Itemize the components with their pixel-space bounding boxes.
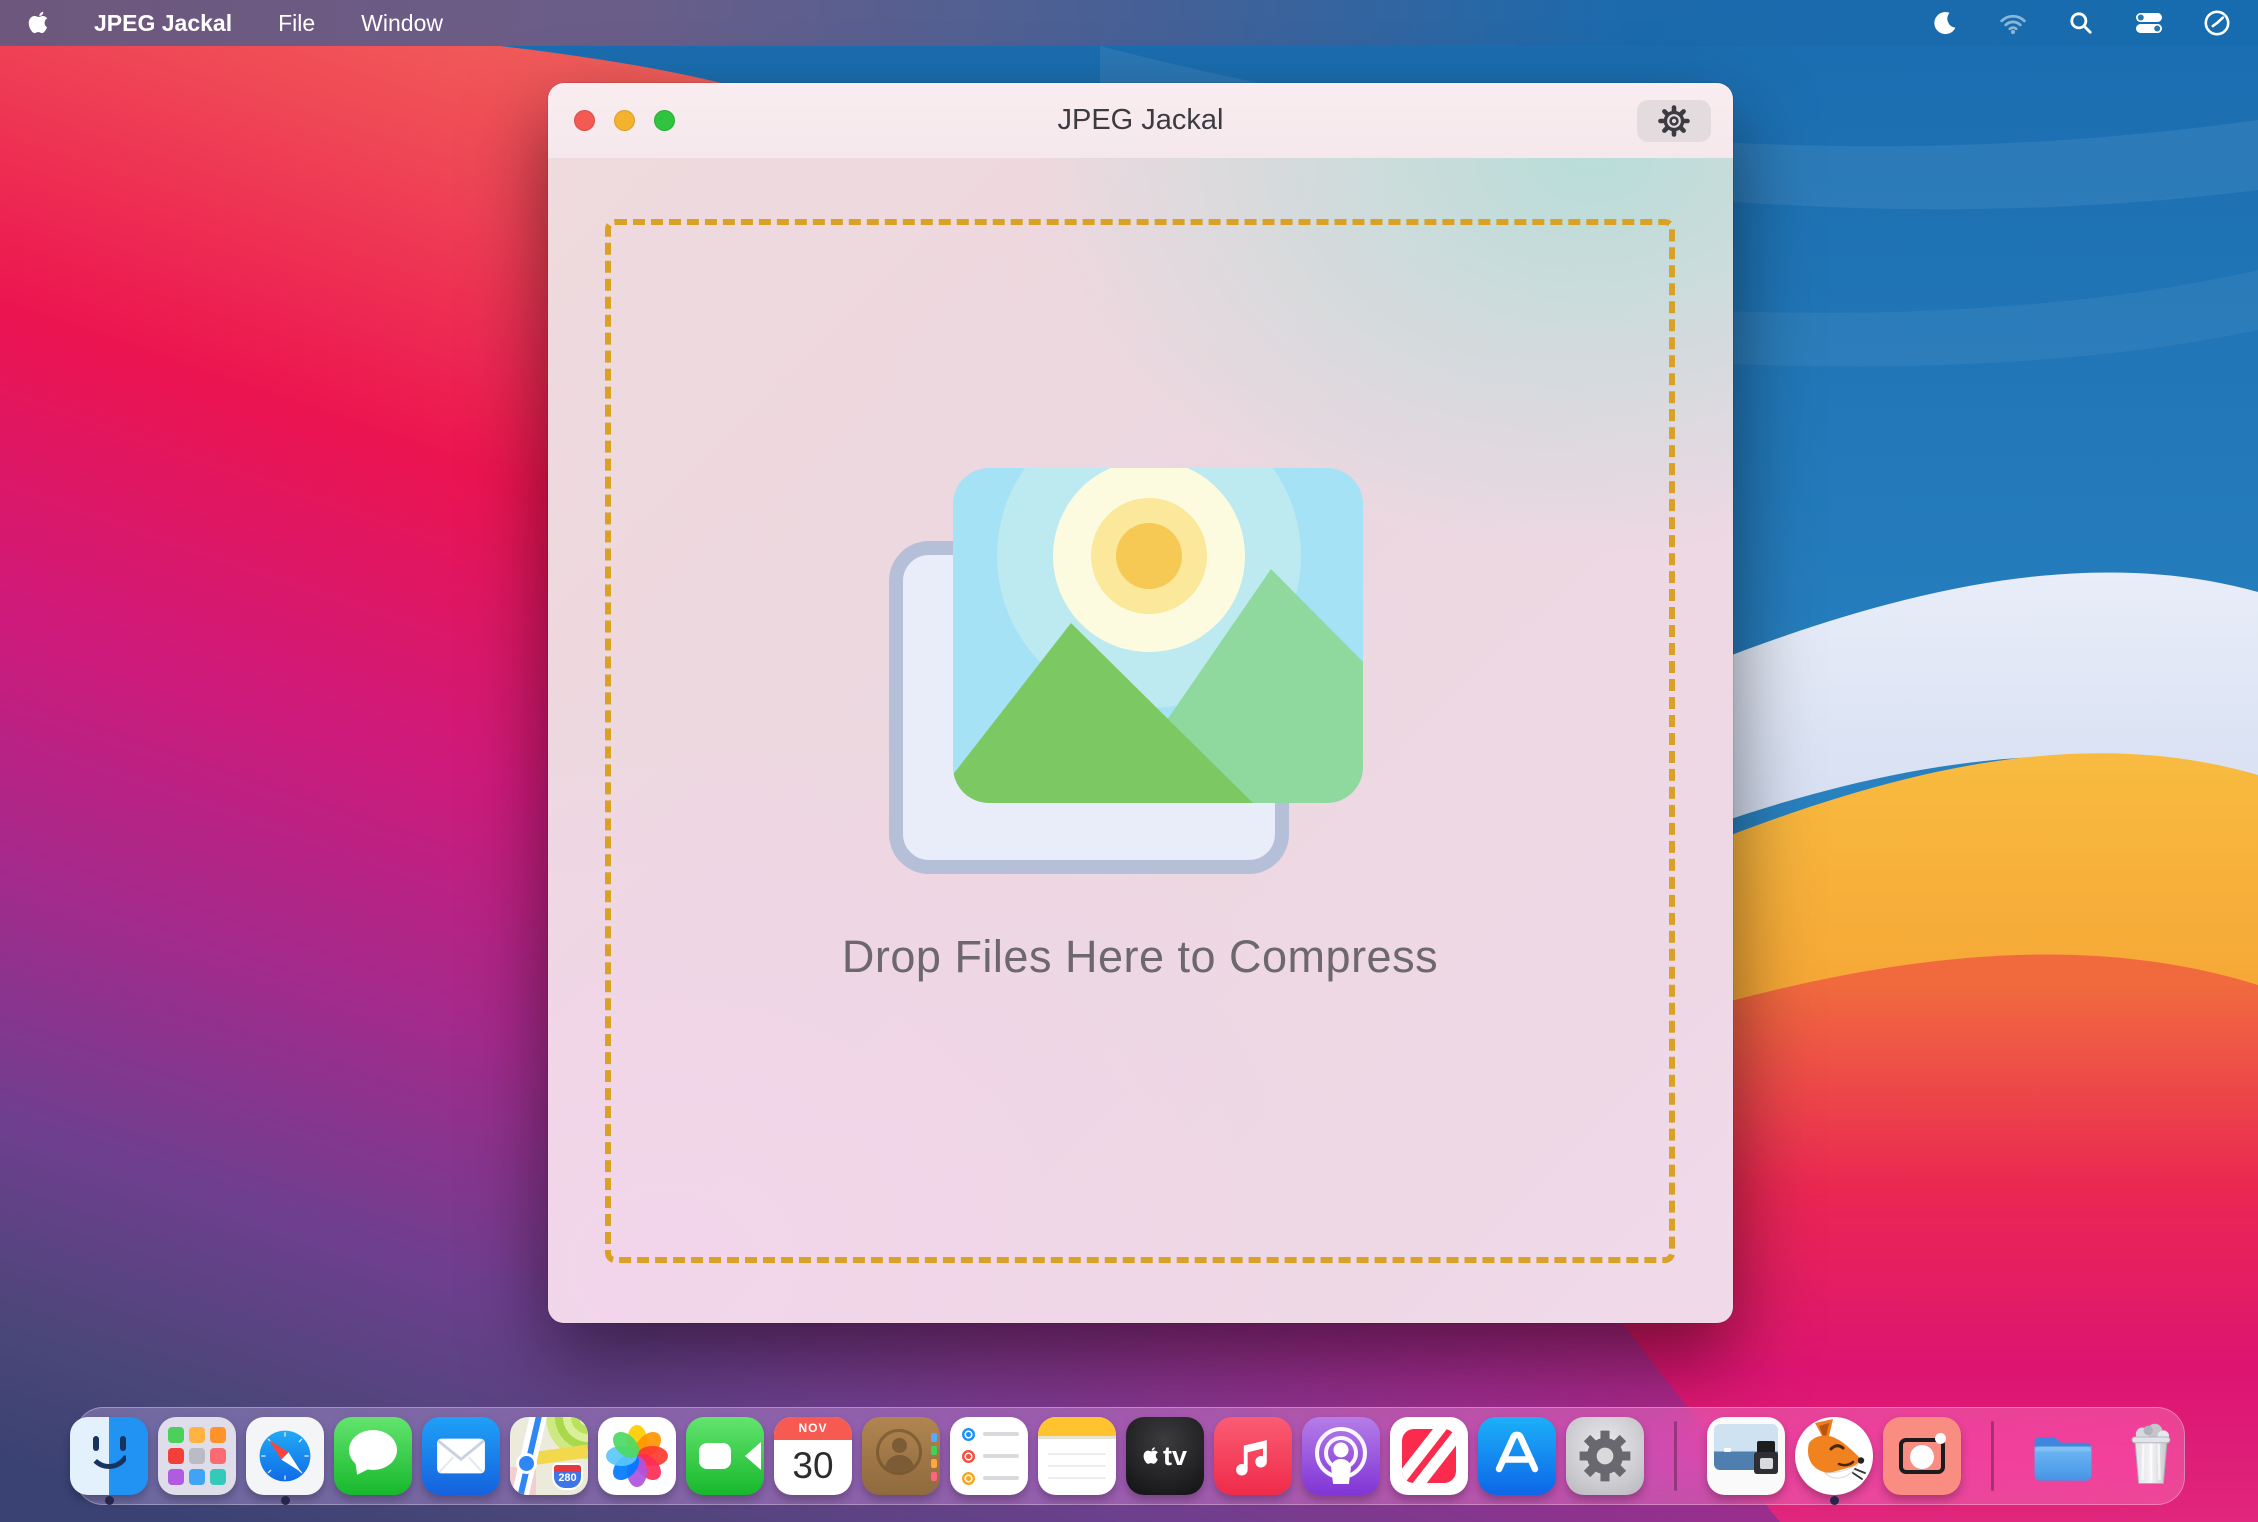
settings-button[interactable] xyxy=(1637,100,1711,142)
dock-item-maps[interactable]: 280 xyxy=(510,1417,588,1495)
dock-item-music[interactable] xyxy=(1214,1417,1292,1495)
dock-item-mail[interactable] xyxy=(422,1417,500,1495)
notes-icon xyxy=(1038,1417,1116,1495)
facetime-icon xyxy=(686,1417,764,1495)
jpeg-jackal-fox-icon xyxy=(1795,1417,1873,1495)
dock-item-system-preferences[interactable] xyxy=(1566,1417,1644,1495)
dock-item-safari[interactable] xyxy=(246,1417,324,1495)
dock-item-jpeg-jackal[interactable] xyxy=(1795,1417,1873,1495)
dock-item-calendar[interactable]: NOV 30 xyxy=(774,1417,852,1495)
dock-item-podcasts[interactable] xyxy=(1302,1417,1380,1495)
menubar-menu-file[interactable]: File xyxy=(278,10,315,37)
menu-bar: JPEG Jackal File Window xyxy=(0,0,2258,46)
running-indicator xyxy=(105,1496,114,1505)
running-indicator xyxy=(1830,1496,1839,1505)
dock-item-tv[interactable]: tv xyxy=(1126,1417,1204,1495)
window-titlebar[interactable]: JPEG Jackal xyxy=(548,83,1733,159)
drop-zone-label: Drop Files Here to Compress xyxy=(611,931,1669,983)
search-icon[interactable] xyxy=(2066,8,2096,38)
mail-icon xyxy=(422,1417,500,1495)
gear-icon xyxy=(1658,105,1690,137)
tv-label: tv xyxy=(1163,1441,1187,1472)
dock-item-finder[interactable] xyxy=(70,1417,148,1495)
music-icon xyxy=(1214,1417,1292,1495)
dock-item-downloads-folder[interactable] xyxy=(2024,1417,2102,1495)
launchpad-icon xyxy=(158,1417,236,1495)
control-center-icon[interactable] xyxy=(2134,8,2164,38)
messages-icon xyxy=(334,1417,412,1495)
finder-icon xyxy=(70,1417,148,1495)
safari-icon xyxy=(246,1417,324,1495)
apple-tv-icon: tv xyxy=(1126,1417,1204,1495)
trash-icon xyxy=(2112,1417,2190,1495)
clock-icon[interactable] xyxy=(2202,8,2232,38)
menubar-menu-window[interactable]: Window xyxy=(361,10,443,37)
dock-item-reminders[interactable] xyxy=(950,1417,1028,1495)
folder-icon xyxy=(2024,1417,2102,1495)
calendar-icon: NOV 30 xyxy=(774,1417,852,1495)
screenshot-icon xyxy=(1883,1417,1961,1495)
window-content: Drop Files Here to Compress xyxy=(548,158,1733,1323)
podcasts-icon xyxy=(1302,1417,1380,1495)
apple-logo-icon xyxy=(28,10,50,36)
dock-separator xyxy=(1674,1421,1677,1491)
desktop: JPEG Jackal File Window xyxy=(0,0,2258,1522)
jpeg-jackal-window: JPEG Jackal xyxy=(548,83,1733,1323)
contacts-icon xyxy=(862,1417,940,1495)
dock-item-launchpad[interactable] xyxy=(158,1417,236,1495)
dock-item-notes[interactable] xyxy=(1038,1417,1116,1495)
reminders-icon xyxy=(950,1417,1028,1495)
dock-item-app-store[interactable] xyxy=(1478,1417,1556,1495)
image-tool-icon xyxy=(1707,1417,1785,1495)
app-store-icon xyxy=(1478,1417,1556,1495)
dock-item-screenshot[interactable] xyxy=(1883,1417,1961,1495)
photo-placeholder-icon xyxy=(953,468,1363,803)
dock: 280 xyxy=(75,1407,2185,1505)
dock-separator xyxy=(1991,1421,1994,1491)
window-title: JPEG Jackal xyxy=(548,83,1733,158)
news-icon xyxy=(1390,1417,1468,1495)
dock-item-photos[interactable] xyxy=(598,1417,676,1495)
drop-zone[interactable]: Drop Files Here to Compress xyxy=(605,219,1675,1263)
wifi-icon[interactable] xyxy=(1998,8,2028,38)
dock-item-image-tool[interactable] xyxy=(1707,1417,1785,1495)
apple-logo-icon xyxy=(1143,1446,1160,1466)
dock-item-trash[interactable] xyxy=(2112,1417,2190,1495)
menu-bar-status-area xyxy=(1930,8,2258,38)
maps-route-badge: 280 xyxy=(554,1472,581,1485)
menu-bar-left: JPEG Jackal File Window xyxy=(0,10,443,37)
calendar-day: 30 xyxy=(792,1440,833,1492)
maps-icon: 280 xyxy=(510,1417,588,1495)
photos-icon xyxy=(598,1417,676,1495)
calendar-month: NOV xyxy=(774,1417,852,1440)
dock-item-facetime[interactable] xyxy=(686,1417,764,1495)
running-indicator xyxy=(281,1496,290,1505)
moon-icon[interactable] xyxy=(1930,8,1960,38)
menubar-app-name[interactable]: JPEG Jackal xyxy=(94,10,232,37)
apple-menu-icon[interactable] xyxy=(28,10,50,36)
dock-item-contacts[interactable] xyxy=(862,1417,940,1495)
system-preferences-icon xyxy=(1566,1417,1644,1495)
dock-item-news[interactable] xyxy=(1390,1417,1468,1495)
dock-item-messages[interactable] xyxy=(334,1417,412,1495)
